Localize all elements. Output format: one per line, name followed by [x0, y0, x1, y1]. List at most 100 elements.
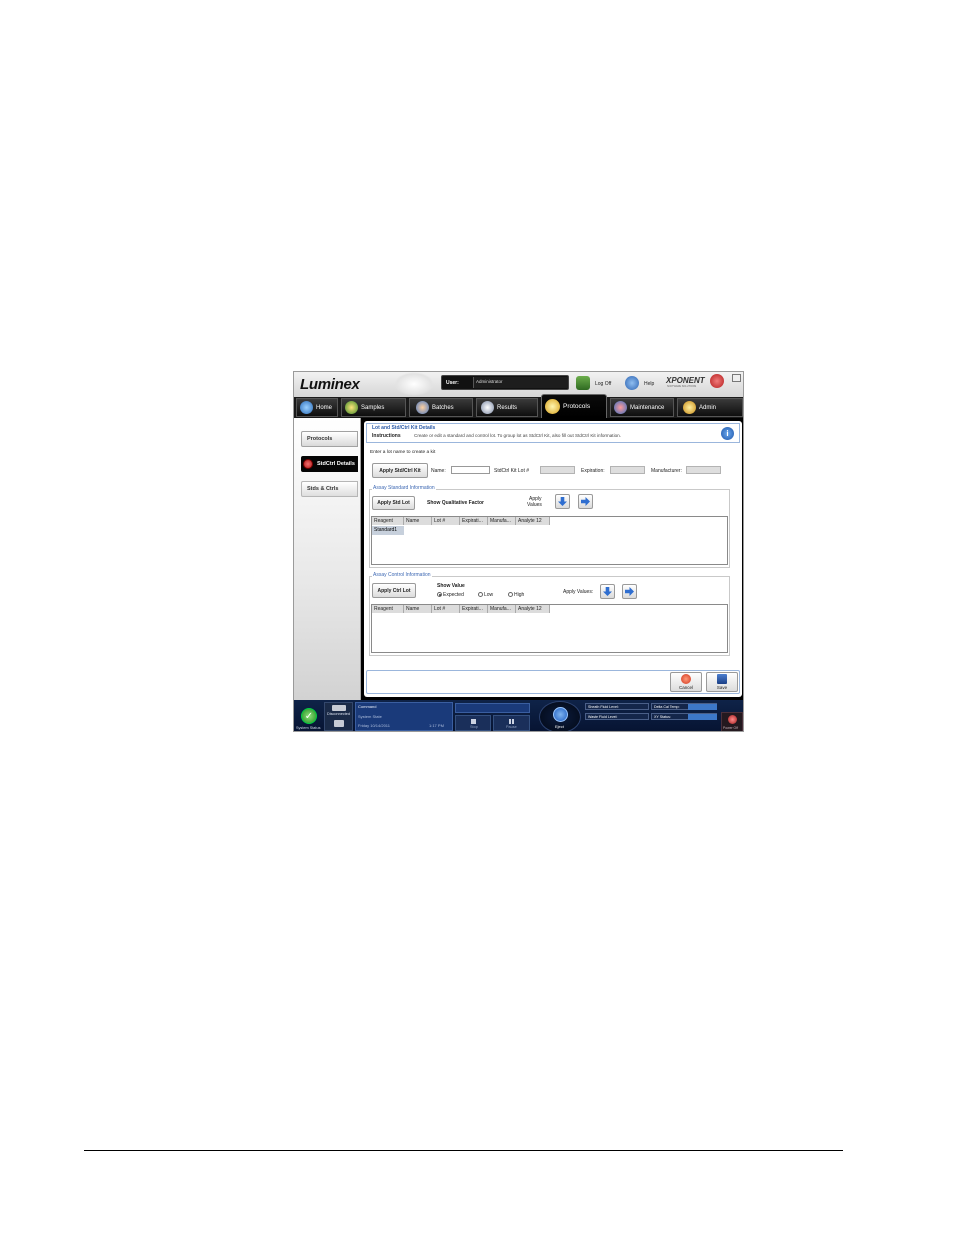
- connection-box: Disconnected: [324, 702, 353, 731]
- lot-name-prompt: Enter a lot name to create a kit: [370, 450, 436, 455]
- info-icon[interactable]: i: [721, 427, 734, 440]
- logoff-icon: [576, 376, 590, 390]
- radio-low-label: Low: [484, 591, 494, 598]
- tab-home-label: Home: [316, 404, 333, 411]
- tab-admin-label: Admin: [699, 404, 717, 411]
- progress-box: [455, 703, 530, 713]
- save-icon: [717, 674, 727, 684]
- kit-lot-input[interactable]: [540, 466, 575, 474]
- panel-title: Lot and Std/Ctrl Kit Details: [372, 425, 436, 431]
- help-icon: [625, 376, 639, 390]
- power-button[interactable]: Power Off: [721, 712, 743, 731]
- ctrl-col-reagent: Reagent: [372, 605, 404, 613]
- radio-high-label: High: [514, 591, 525, 598]
- radio-high[interactable]: High: [508, 592, 524, 598]
- show-qualitative-factor[interactable]: Show Qualitative Factor: [427, 501, 484, 506]
- xponent-subtitle: SOFTWARE SOLUTIONS: [667, 385, 697, 388]
- user-value: Administrator: [476, 379, 503, 384]
- radio-expected[interactable]: Expected: [437, 592, 464, 598]
- help-button[interactable]: Help: [625, 376, 661, 390]
- instructions-label: Instructions: [372, 433, 401, 439]
- active-item-indicator-icon: [303, 459, 313, 469]
- sidebar-item-protocols[interactable]: Protocols: [301, 431, 358, 447]
- power-icon: [728, 715, 737, 724]
- maintenance-icon: [614, 401, 627, 414]
- sidebar-item-stds-ctrls[interactable]: Stds & Ctrls: [301, 481, 358, 497]
- tab-admin[interactable]: Admin: [677, 398, 743, 417]
- std-apply-values-line2: Values: [527, 502, 542, 508]
- pause-button[interactable]: Pause: [493, 715, 530, 731]
- radio-low[interactable]: Low: [478, 592, 493, 598]
- apply-ctrl-lot-button[interactable]: Apply Ctrl Lot: [372, 583, 416, 598]
- radio-expected-label: Expected: [443, 591, 464, 598]
- tab-results-label: Results: [497, 404, 518, 411]
- save-button[interactable]: Save: [706, 672, 738, 692]
- user-box: User: Administrator: [441, 375, 569, 390]
- expiration-input[interactable]: [610, 466, 645, 474]
- apply-stdctrl-kit-button[interactable]: Apply Std/Ctrl Kit: [372, 463, 428, 478]
- stop-label: Stop: [470, 725, 478, 729]
- tab-samples[interactable]: Samples: [341, 398, 406, 417]
- ctrl-apply-down-button[interactable]: [600, 584, 615, 599]
- samples-icon: [345, 401, 358, 414]
- batches-icon: [416, 401, 429, 414]
- std-apply-down-button[interactable]: [555, 494, 570, 509]
- system-state-label: System State: [358, 714, 382, 719]
- tab-home[interactable]: Home: [296, 398, 338, 417]
- std-row-reagent: Standard1: [374, 527, 398, 533]
- name-input[interactable]: [451, 466, 490, 474]
- logoff-label: Log Off: [595, 381, 612, 387]
- control-group-legend: Assay Control Information: [372, 572, 432, 578]
- sheath-level-label: Sheath Fluid Level:: [588, 704, 619, 709]
- computer-icon: [334, 720, 344, 727]
- stop-button[interactable]: Stop: [455, 715, 491, 731]
- connection-label: Disconnected: [327, 712, 351, 716]
- waste-level-label: Waste Fluid Level:: [588, 714, 618, 719]
- manufacturer-input[interactable]: [686, 466, 721, 474]
- std-col-name: Name: [404, 517, 432, 525]
- eject-button[interactable]: Eject: [539, 701, 581, 731]
- tab-maintenance[interactable]: Maintenance: [610, 398, 674, 417]
- std-col-lot: Lot #: [432, 517, 460, 525]
- window-menu-icon[interactable]: [732, 374, 741, 382]
- std-apply-right-button[interactable]: [578, 494, 593, 509]
- std-col-reagent: Reagent: [372, 517, 404, 525]
- delta-cal-bar: [688, 704, 717, 710]
- xy-status-label: XY Status:: [654, 714, 671, 719]
- tab-protocols[interactable]: Protocols: [541, 394, 607, 418]
- power-label: Power Off: [723, 726, 739, 730]
- header-glow: [394, 372, 434, 396]
- save-label: Save: [716, 685, 728, 690]
- right-arrow-icon: [625, 587, 634, 596]
- xy-status-box: XY Status:: [651, 713, 717, 720]
- ctrl-apply-right-button[interactable]: [622, 584, 637, 599]
- sheath-level-box: Sheath Fluid Level:: [585, 703, 649, 710]
- command-label: Command: [358, 704, 377, 709]
- eject-label: Eject: [555, 724, 564, 729]
- std-col-analyte: Analyte 12: [516, 517, 550, 525]
- name-label: Name:: [431, 468, 446, 474]
- std-col-expiration: Expirati...: [460, 517, 488, 525]
- tab-samples-label: Samples: [361, 404, 385, 411]
- app-window: Luminex User: Administrator Log Off Help…: [293, 371, 744, 732]
- tab-batches[interactable]: Batches: [409, 398, 473, 417]
- control-grid: Reagent Name Lot # Expirati... Manufa...…: [371, 604, 728, 653]
- xy-status-bar: [688, 714, 717, 720]
- cancel-button[interactable]: Cancel: [670, 672, 702, 692]
- table-row[interactable]: Standard1: [372, 526, 404, 535]
- ctrl-col-name: Name: [404, 605, 432, 613]
- admin-icon: [683, 401, 696, 414]
- tab-batches-label: Batches: [432, 404, 454, 411]
- ctrl-apply-values-label: Apply Values:: [563, 589, 594, 595]
- tab-results[interactable]: Results: [476, 398, 538, 417]
- ctrl-col-expiration: Expirati...: [460, 605, 488, 613]
- instrument-icon: [332, 705, 346, 711]
- delta-cal-box: Delta Cal Temp:: [651, 703, 717, 710]
- pause-label: Pause: [506, 725, 517, 729]
- user-label: User:: [446, 380, 459, 386]
- pause-icon: [509, 719, 514, 724]
- apply-std-lot-button[interactable]: Apply Std Lot: [372, 496, 415, 510]
- system-status-button[interactable]: ✓ System Status: [296, 702, 323, 731]
- logoff-button[interactable]: Log Off: [576, 376, 616, 390]
- delta-cal-label: Delta Cal Temp:: [654, 704, 680, 709]
